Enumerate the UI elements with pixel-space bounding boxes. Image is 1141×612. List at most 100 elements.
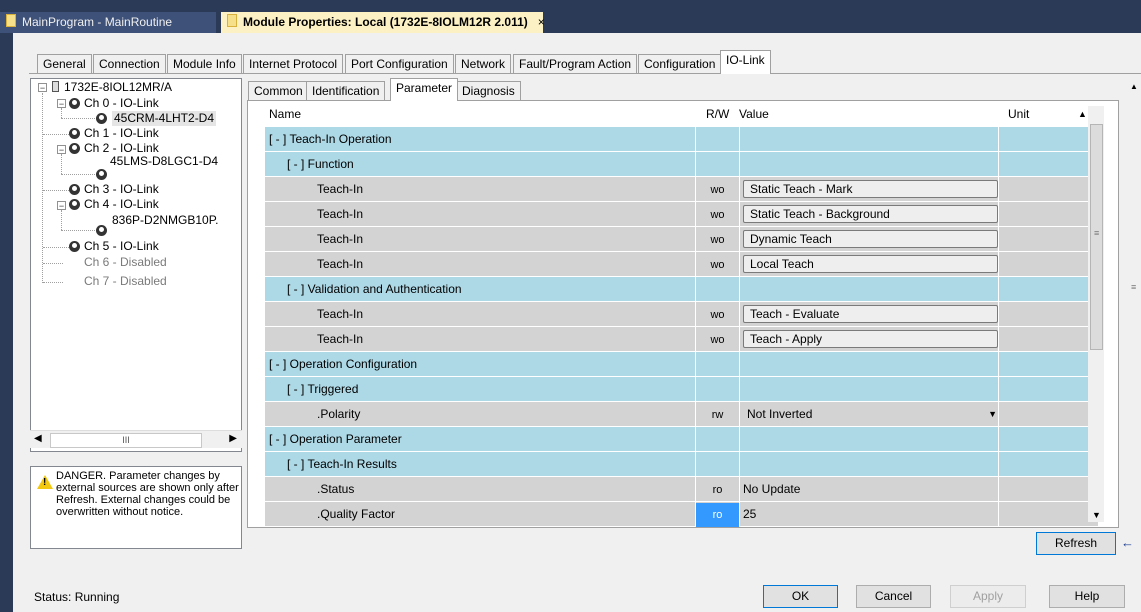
- column-header-unit[interactable]: Unit: [1008, 101, 1029, 127]
- tree-node-ch0-device[interactable]: 45CRM-4LHT2-D4: [112, 111, 217, 126]
- tab-fault-program-action[interactable]: Fault/Program Action: [513, 54, 638, 73]
- cell-rw[interactable]: wo: [696, 328, 739, 352]
- outer-scroll-up-icon[interactable]: ▲: [1130, 82, 1138, 91]
- tree-node-ch6[interactable]: Ch 6 - Disabled: [84, 255, 167, 270]
- cancel-button[interactable]: Cancel: [856, 585, 931, 608]
- cell-rw[interactable]: wo: [696, 253, 739, 277]
- parameter-row[interactable]: .Polarity rw Not Inverted ▼: [265, 402, 1098, 427]
- value-label: Static Teach - Mark: [750, 182, 853, 196]
- collapse-icon[interactable]: −: [57, 145, 66, 155]
- cell-rw[interactable]: wo: [696, 178, 739, 202]
- scroll-thumb[interactable]: III: [50, 433, 202, 448]
- parameter-row[interactable]: Teach-In wo Teach - Evaluate: [265, 302, 1098, 327]
- subtab-parameter[interactable]: Parameter: [390, 78, 459, 101]
- tab-io-link[interactable]: IO-Link: [720, 50, 771, 74]
- tab-module-info[interactable]: Module Info: [167, 54, 242, 73]
- close-icon[interactable]: ×: [538, 15, 545, 29]
- doc-tab-module-properties[interactable]: Module Properties: Local (1732E-8IOLM12R…: [221, 12, 545, 33]
- column-divider: [998, 377, 999, 401]
- column-divider: [739, 352, 740, 376]
- value-action-button[interactable]: Teach - Evaluate: [743, 305, 998, 323]
- subtab-identification[interactable]: Identification: [306, 81, 386, 100]
- column-divider: [998, 477, 999, 501]
- group-row[interactable]: [ - ] Validation and Authentication: [265, 277, 1098, 302]
- column-header-rw[interactable]: R/W: [706, 101, 729, 127]
- subtab-common[interactable]: Common: [248, 81, 309, 100]
- tree-node-ch4[interactable]: Ch 4 - IO-Link: [84, 197, 159, 212]
- danger-text: DANGER. Parameter changes by external so…: [56, 470, 239, 518]
- cell-name: [ - ] Teach-In Operation: [269, 132, 392, 146]
- dropdown-arrow-icon[interactable]: ▼: [988, 405, 997, 423]
- group-row[interactable]: [ - ] Operation Configuration: [265, 352, 1098, 377]
- tab-internet-protocol[interactable]: Internet Protocol: [243, 54, 344, 73]
- collapse-icon[interactable]: −: [38, 83, 47, 93]
- value-select[interactable]: Not Inverted ▼: [743, 405, 1003, 423]
- parameter-row[interactable]: Teach-In wo Teach - Apply: [265, 327, 1098, 352]
- channel-tree[interactable]: − 1732E-8IOL12MR/A − Ch 0 - IO-Link 45CR…: [30, 78, 242, 452]
- apply-button[interactable]: Apply: [950, 585, 1026, 608]
- value-action-button[interactable]: Dynamic Teach: [743, 230, 998, 248]
- tree-node-ch3[interactable]: Ch 3 - IO-Link: [84, 182, 159, 197]
- group-row[interactable]: [ - ] Teach-In Operation: [265, 127, 1098, 152]
- column-divider: [998, 152, 999, 176]
- tree-node-root[interactable]: 1732E-8IOL12MR/A: [64, 80, 172, 95]
- cell-rw[interactable]: rw: [696, 403, 739, 427]
- cell-name: Teach-In: [317, 332, 364, 346]
- tree-node-ch2-device[interactable]: 45LMS-D8LGC1-D4: [110, 155, 244, 181]
- column-divider: [739, 327, 740, 351]
- tree-node-ch5[interactable]: Ch 5 - IO-Link: [84, 239, 159, 254]
- tab-configuration[interactable]: Configuration: [638, 54, 722, 73]
- group-row[interactable]: [ - ] Function: [265, 152, 1098, 177]
- scroll-right-icon[interactable]: ▶: [229, 433, 237, 444]
- group-row[interactable]: [ - ] Triggered: [265, 377, 1098, 402]
- parameter-row[interactable]: Teach-In wo Static Teach - Background: [265, 202, 1098, 227]
- value-label: Static Teach - Background: [750, 207, 890, 221]
- refresh-button[interactable]: Refresh: [1036, 532, 1116, 555]
- cell-name: Teach-In: [317, 207, 364, 221]
- tab-network[interactable]: Network: [455, 54, 512, 73]
- value-label: Local Teach: [750, 257, 814, 271]
- parameter-grid[interactable]: Name R/W Value Unit ▲ [ - ] Teach-In Ope…: [247, 100, 1119, 528]
- tree-horizontal-scrollbar[interactable]: ◀ III ▶: [30, 430, 242, 448]
- column-divider: [998, 452, 999, 476]
- tree-node-ch0[interactable]: Ch 0 - IO-Link: [84, 96, 159, 111]
- doc-tab-main-routine[interactable]: MainProgram - MainRoutine: [0, 12, 216, 33]
- group-row[interactable]: [ - ] Teach-In Results: [265, 452, 1098, 477]
- ok-button[interactable]: OK: [763, 585, 838, 608]
- scroll-down-icon[interactable]: ▼: [1092, 510, 1101, 520]
- tab-connection[interactable]: Connection: [93, 54, 166, 73]
- tree-node-ch1[interactable]: Ch 1 - IO-Link: [84, 126, 159, 141]
- subtab-diagnosis[interactable]: Diagnosis: [456, 81, 521, 100]
- group-row[interactable]: [ - ] Operation Parameter: [265, 427, 1098, 452]
- value-action-button[interactable]: Static Teach - Mark: [743, 180, 998, 198]
- scroll-left-icon[interactable]: ◀: [34, 433, 42, 444]
- cell-rw[interactable]: ro: [696, 478, 739, 502]
- cell-name: [ - ] Teach-In Results: [287, 457, 397, 471]
- help-button[interactable]: Help: [1049, 585, 1125, 608]
- tree-node-ch4-device[interactable]: 836P-D2NMGB10P.: [112, 213, 242, 228]
- cell-rw[interactable]: ro: [696, 503, 739, 527]
- tree-node-ch7[interactable]: Ch 7 - Disabled: [84, 274, 167, 289]
- column-header-name[interactable]: Name: [269, 101, 301, 127]
- cell-rw[interactable]: wo: [696, 303, 739, 327]
- cell-rw[interactable]: wo: [696, 228, 739, 252]
- parameter-row[interactable]: .Status ro No Update: [265, 477, 1098, 502]
- column-divider: [695, 452, 696, 476]
- column-header-value[interactable]: Value: [739, 101, 769, 127]
- collapse-icon[interactable]: −: [57, 201, 66, 211]
- cell-name: .Status: [317, 482, 355, 496]
- status-text: Status: Running: [34, 590, 120, 604]
- parameter-row[interactable]: .Quality Factor ro 25: [265, 502, 1098, 527]
- value-action-button[interactable]: Teach - Apply: [743, 330, 998, 348]
- parameter-row[interactable]: Teach-In wo Static Teach - Mark: [265, 177, 1098, 202]
- value-action-button[interactable]: Static Teach - Background: [743, 205, 998, 223]
- column-divider: [998, 202, 999, 226]
- value-action-button[interactable]: Local Teach: [743, 255, 998, 273]
- tab-port-configuration[interactable]: Port Configuration: [345, 54, 454, 73]
- tab-general[interactable]: General: [37, 54, 92, 73]
- cell-rw[interactable]: wo: [696, 203, 739, 227]
- parameter-row[interactable]: Teach-In wo Local Teach: [265, 252, 1098, 277]
- scroll-up-icon[interactable]: ▲: [1078, 101, 1087, 127]
- collapse-icon[interactable]: −: [57, 99, 66, 109]
- parameter-row[interactable]: Teach-In wo Dynamic Teach: [265, 227, 1098, 252]
